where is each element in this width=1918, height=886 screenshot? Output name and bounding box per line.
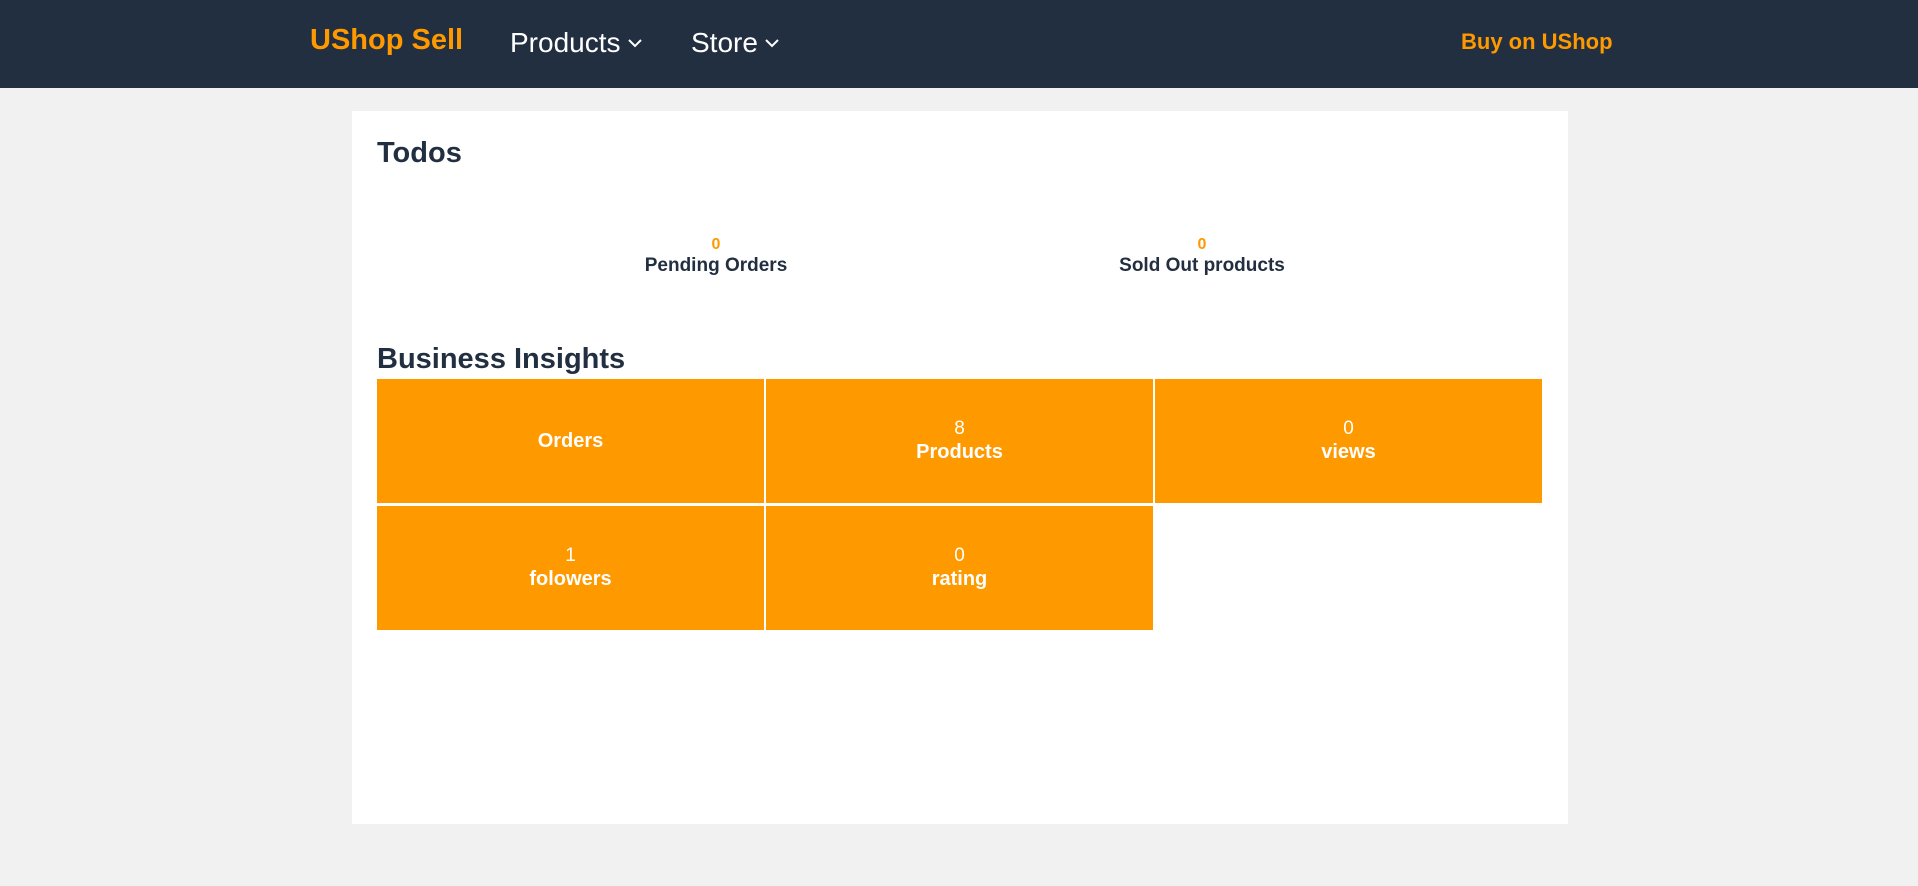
todo-sold-out-products[interactable]: 0 Sold Out products (1082, 236, 1322, 278)
insights-grid: Orders 8 Products 0 views 1 folowers 0 r… (377, 379, 1543, 630)
top-navbar: UShop Sell Products Store Buy on UShop (0, 0, 1918, 88)
pending-orders-count: 0 (711, 236, 721, 253)
chevron-down-icon (765, 39, 779, 48)
business-insights-title: Business Insights (377, 343, 626, 375)
nav-store-dropdown[interactable]: Store (691, 27, 780, 59)
pending-orders-label: Pending Orders (644, 255, 788, 276)
orders-label: Orders (537, 430, 604, 452)
insight-tile-views[interactable]: 0 views (1155, 379, 1542, 503)
products-label: Products (916, 441, 1003, 463)
chevron-down-icon (627, 39, 642, 48)
rating-value: 0 (954, 545, 965, 566)
insight-tile-products[interactable]: 8 Products (766, 379, 1153, 503)
buy-on-ushop-link[interactable]: Buy on UShop (1461, 29, 1613, 55)
insight-tile-followers[interactable]: 1 folowers (377, 506, 764, 630)
nav-products-dropdown[interactable]: Products (510, 27, 643, 59)
todos-title: Todos (377, 137, 462, 169)
nav-store-label: Store (691, 27, 758, 58)
views-label: views (1321, 441, 1376, 463)
sold-out-count: 0 (1197, 236, 1207, 253)
dashboard-panel: Todos 0 Pending Orders 0 Sold Out produc… (352, 111, 1568, 824)
products-value: 8 (954, 418, 965, 439)
todo-pending-orders[interactable]: 0 Pending Orders (596, 236, 836, 278)
followers-value: 1 (565, 545, 576, 566)
followers-label: folowers (529, 568, 612, 590)
nav-products-label: Products (510, 27, 621, 58)
insight-tile-orders[interactable]: Orders (377, 379, 764, 503)
insight-tile-rating[interactable]: 0 rating (766, 506, 1153, 630)
views-value: 0 (1343, 418, 1354, 439)
brand-logo-link[interactable]: UShop Sell (310, 24, 463, 57)
rating-label: rating (931, 568, 988, 590)
sold-out-label: Sold Out products (1119, 255, 1285, 276)
